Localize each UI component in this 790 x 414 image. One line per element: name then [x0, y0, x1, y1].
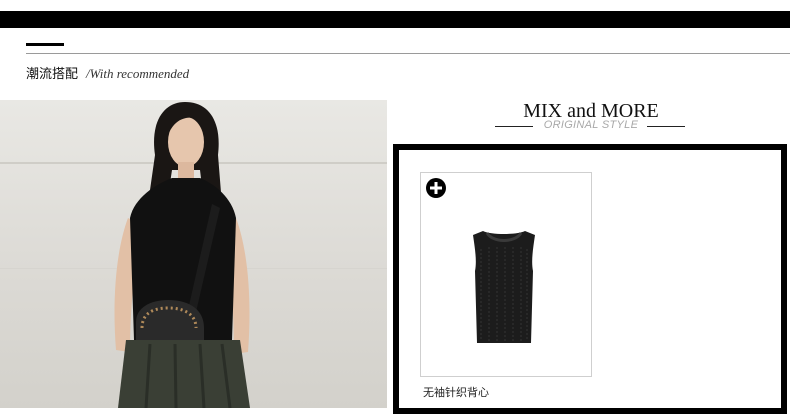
top-banner-bar [0, 11, 790, 28]
section-title-cn: 潮流搭配 [26, 67, 79, 82]
model-figure [114, 102, 250, 408]
subtitle-rule-right [647, 126, 685, 127]
section-accent-line [26, 43, 64, 46]
model-photo [0, 100, 387, 408]
section-title-en: /With recommended [86, 66, 190, 81]
section-heading: 潮流搭配/With recommended [26, 63, 189, 82]
section-divider [26, 53, 790, 54]
product-image[interactable] [421, 173, 591, 376]
mix-subtitle: ORIGINAL STYLE [543, 119, 639, 131]
product-card[interactable] [420, 172, 592, 377]
plus-circle-icon[interactable] [426, 178, 446, 198]
product-name[interactable]: 无袖针织背心 [423, 384, 489, 400]
mix-header: MIX and MORE ORIGINAL STYLE [392, 100, 790, 140]
